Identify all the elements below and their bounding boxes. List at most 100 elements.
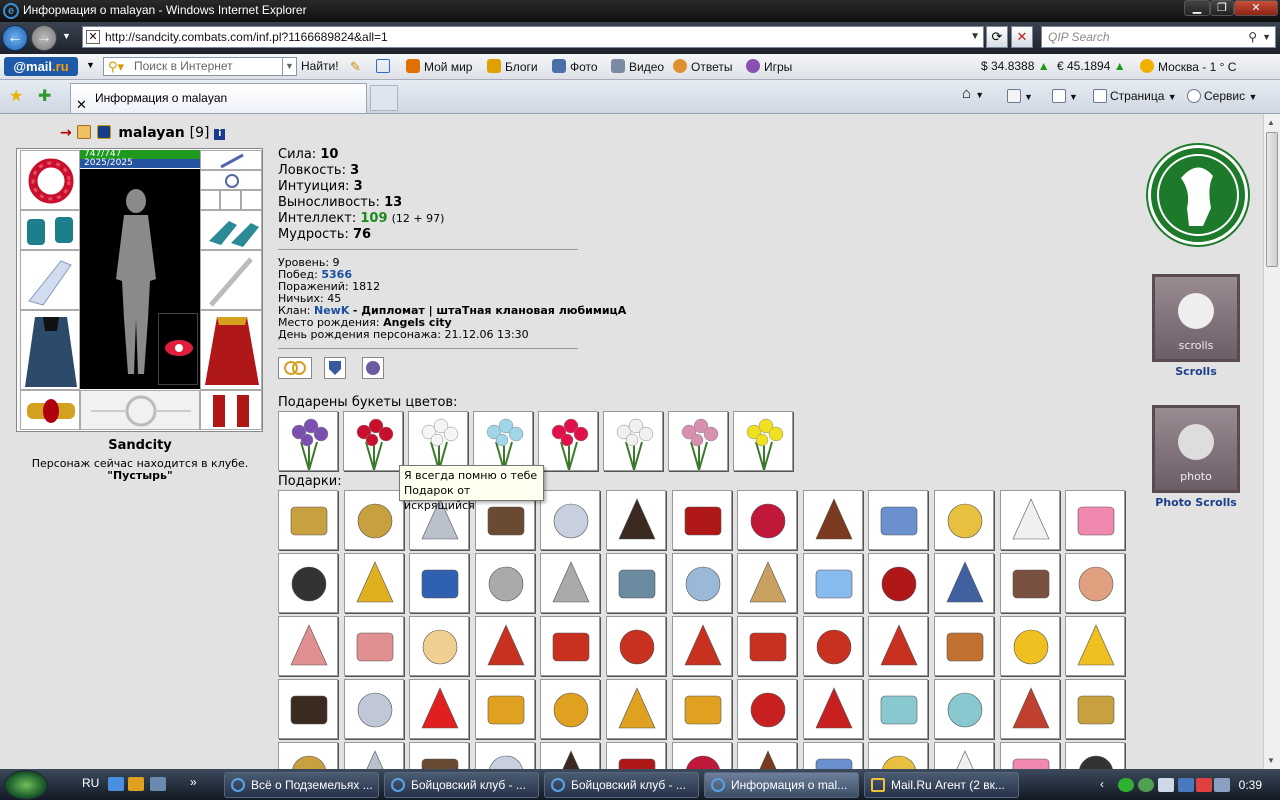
gift-item[interactable] xyxy=(737,490,798,550)
badge-icon[interactable] xyxy=(362,357,384,379)
page-menu[interactable]: Страница ▼ xyxy=(1093,89,1177,103)
scroll-thumb[interactable] xyxy=(1266,132,1278,267)
clan-shield-icon[interactable] xyxy=(97,125,112,139)
slot-gloves[interactable] xyxy=(200,210,262,250)
gift-item[interactable] xyxy=(474,616,535,676)
slot-earrings[interactable] xyxy=(200,150,262,170)
slot-armor-cloak[interactable] xyxy=(20,310,80,390)
slot-helmet-wreath[interactable] xyxy=(20,150,80,210)
slot-ring-1[interactable] xyxy=(200,190,220,210)
photo-scrolls-banner[interactable]: photo xyxy=(1152,405,1240,493)
maximize-button[interactable]: ❐ xyxy=(1210,0,1234,16)
bouquet-item[interactable] xyxy=(278,411,338,471)
gift-item[interactable] xyxy=(868,679,929,739)
bouquet-item[interactable] xyxy=(668,411,728,471)
gift-item[interactable] xyxy=(671,553,732,613)
search-dropdown-icon[interactable]: ▼ xyxy=(1262,27,1271,47)
qip-search-input[interactable]: QIP Search ⚲ ▼ xyxy=(1041,26,1276,48)
wedding-rings-icon[interactable] xyxy=(278,357,312,379)
gift-item[interactable] xyxy=(474,553,535,613)
gift-item[interactable] xyxy=(409,553,470,613)
quicklaunch-expand-icon[interactable]: » xyxy=(190,775,197,789)
clock[interactable]: 0:39 xyxy=(1239,778,1262,792)
bouquet-item[interactable] xyxy=(343,411,403,471)
mailru-menu-icon[interactable]: ▼ xyxy=(86,60,95,70)
gift-item[interactable] xyxy=(1065,616,1126,676)
gift-item[interactable] xyxy=(737,553,798,613)
gift-item[interactable] xyxy=(343,616,404,676)
bouquet-item[interactable] xyxy=(473,411,533,471)
gift-item[interactable] xyxy=(278,742,338,769)
favorites-star-icon[interactable]: ★ xyxy=(9,86,23,106)
gift-item[interactable] xyxy=(540,553,601,613)
gift-item[interactable] xyxy=(999,490,1060,550)
gift-item[interactable] xyxy=(802,679,863,739)
quicklaunch-desktop-icon[interactable] xyxy=(150,777,166,791)
mailru-logo[interactable]: @mail.ru xyxy=(4,57,78,76)
toolbar-search-dropdown-icon[interactable]: ▼ xyxy=(282,58,296,75)
toolbar-item-answers[interactable]: Ответы xyxy=(673,59,732,74)
align-icon[interactable] xyxy=(76,125,91,139)
close-button[interactable]: ✕ xyxy=(1234,0,1278,16)
quicklaunch-media-icon[interactable] xyxy=(128,777,144,791)
scrolls-link[interactable]: Scrolls xyxy=(1126,365,1263,378)
gift-item[interactable] xyxy=(934,490,994,550)
qip-tray-icon[interactable] xyxy=(1118,778,1134,792)
gift-item[interactable] xyxy=(606,553,666,613)
taskbar-item-5[interactable]: Mail.Ru Агент (2 вк... xyxy=(864,772,1019,798)
toolbar-item-blogs[interactable]: Блоги xyxy=(487,59,538,74)
gift-item[interactable] xyxy=(737,616,798,676)
tools-menu[interactable]: Сервис ▼ xyxy=(1187,89,1257,103)
photo-scrolls-link[interactable]: Photo Scrolls xyxy=(1126,496,1263,509)
scrolls-banner[interactable]: scrolls xyxy=(1152,274,1240,362)
language-indicator[interactable]: RU xyxy=(82,776,99,790)
gift-item[interactable] xyxy=(474,679,535,739)
gift-item[interactable] xyxy=(999,742,1060,769)
gift-item[interactable] xyxy=(934,679,994,739)
gift-item[interactable] xyxy=(802,616,863,676)
gift-item[interactable] xyxy=(409,742,470,769)
gift-item[interactable] xyxy=(343,742,404,769)
gift-item[interactable] xyxy=(737,742,798,769)
gift-item[interactable] xyxy=(671,616,732,676)
gift-item[interactable] xyxy=(868,490,929,550)
gift-item[interactable] xyxy=(934,616,994,676)
tab-active[interactable]: ✕ Информация о malayan xyxy=(70,83,367,113)
gift-item[interactable] xyxy=(343,679,404,739)
eur-rate[interactable]: € 45.1894 ▲ xyxy=(1057,59,1126,73)
gift-item[interactable] xyxy=(802,490,863,550)
slot-weapon-right[interactable] xyxy=(200,250,262,310)
gift-item[interactable] xyxy=(540,616,601,676)
slot-weapon-left[interactable] xyxy=(20,250,80,310)
club-logo[interactable] xyxy=(1148,145,1248,245)
toolbar-item-my-world[interactable]: Мой мир xyxy=(406,59,472,74)
gift-item[interactable] xyxy=(474,742,535,769)
print-icon[interactable]: ▼ xyxy=(1052,89,1078,103)
gift-item[interactable] xyxy=(409,616,470,676)
gift-item[interactable] xyxy=(802,742,863,769)
taskbar-item-2[interactable]: Бойцовский клуб - ... xyxy=(384,772,539,798)
slot-boots[interactable] xyxy=(200,390,262,430)
shield-badge-icon[interactable] xyxy=(324,357,346,379)
add-favorite-icon[interactable]: ✚ xyxy=(38,86,51,106)
stop-button[interactable]: ✕ xyxy=(1011,26,1033,48)
bouquet-item[interactable] xyxy=(603,411,663,471)
gift-item[interactable] xyxy=(934,742,994,769)
pencil-icon[interactable]: ✎ xyxy=(350,59,361,75)
scroll-up-icon[interactable]: ▲ xyxy=(1267,118,1275,127)
volume-tray-icon[interactable] xyxy=(1178,778,1194,792)
slot-belt[interactable] xyxy=(20,390,80,430)
quicklaunch-ie-icon[interactable] xyxy=(108,777,124,791)
new-tab-button[interactable] xyxy=(370,85,398,111)
tray-expand-icon[interactable]: ‹ xyxy=(1100,777,1104,791)
back-button[interactable]: ← xyxy=(2,25,28,51)
taskbar-item-1[interactable]: Всё о Подземельях ... xyxy=(224,772,379,798)
gift-item[interactable] xyxy=(606,679,666,739)
gift-item[interactable] xyxy=(343,553,404,613)
scroll-down-icon[interactable]: ▼ xyxy=(1267,756,1275,765)
feeds-icon[interactable]: ▼ xyxy=(1007,89,1033,103)
toolbar-item-photo[interactable]: Фото xyxy=(552,59,598,74)
start-button[interactable] xyxy=(4,770,48,800)
gift-item[interactable] xyxy=(868,742,929,769)
gift-item[interactable] xyxy=(606,616,666,676)
